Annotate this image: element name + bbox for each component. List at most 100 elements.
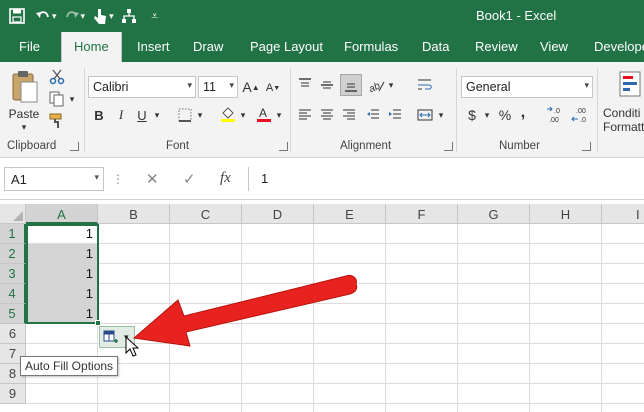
save-icon[interactable]	[6, 5, 28, 27]
column-header-g[interactable]: G	[458, 204, 530, 224]
resize-handle-icon[interactable]: ⋮	[112, 172, 125, 186]
column-header-c[interactable]: C	[170, 204, 242, 224]
copy-icon[interactable]	[48, 90, 66, 108]
format-painter-icon[interactable]	[48, 112, 66, 130]
formula-input[interactable]: 1	[248, 167, 644, 191]
column-header-i[interactable]: I	[602, 204, 644, 224]
redo-icon[interactable]	[61, 5, 83, 27]
font-size-combo[interactable]: 11 ▾	[198, 76, 238, 98]
tab-developer[interactable]: Develope	[594, 39, 644, 54]
decrease-font-size-icon[interactable]: A ▼	[264, 80, 282, 96]
bold-icon[interactable]: B	[90, 106, 108, 124]
copy-dropdown-icon[interactable]: ▾	[67, 94, 77, 104]
font-launcher-icon[interactable]	[279, 142, 288, 151]
row-header-2[interactable]: 2	[0, 244, 26, 264]
number-format-combo[interactable]: General ▾	[461, 76, 593, 98]
paste-button[interactable]: Paste	[4, 106, 44, 122]
font-color-icon[interactable]: A	[254, 104, 274, 124]
undo-dropdown-icon[interactable]: ▾	[52, 11, 57, 22]
tab-page-layout[interactable]: Page Layout	[250, 39, 323, 54]
tab-draw[interactable]: Draw	[193, 39, 223, 54]
row-header-6[interactable]: 6	[0, 324, 26, 344]
tab-review[interactable]: Review	[475, 39, 518, 54]
tab-view[interactable]: View	[540, 39, 568, 54]
italic-icon[interactable]: I	[112, 106, 130, 124]
font-name-combo[interactable]: Calibri ▾	[88, 76, 196, 98]
increase-indent-icon[interactable]	[386, 106, 404, 124]
svg-text:.00: .00	[549, 117, 559, 124]
row-header-4[interactable]: 4	[0, 284, 26, 304]
conditional-formatting-icon[interactable]	[618, 70, 642, 98]
name-box[interactable]: A1 ▾	[4, 167, 104, 191]
clipboard-group-label: Clipboard	[7, 140, 57, 152]
fill-color-dropdown-icon[interactable]: ▾	[238, 109, 248, 121]
cancel-icon[interactable]: ✕	[146, 170, 159, 188]
touch-mode-dropdown-icon[interactable]: ▾	[109, 11, 114, 22]
currency-dropdown-icon[interactable]: ▾	[482, 109, 492, 121]
decrease-indent-icon[interactable]	[364, 106, 382, 124]
align-center-icon[interactable]	[318, 106, 336, 124]
chevron-down-icon: ▾	[94, 172, 99, 182]
number-launcher-icon[interactable]	[582, 142, 591, 151]
percent-icon[interactable]: %	[496, 106, 514, 124]
borders-dropdown-icon[interactable]: ▾	[195, 109, 205, 121]
column-header-d[interactable]: D	[242, 204, 314, 224]
tree-icon[interactable]	[118, 5, 140, 27]
paste-icon[interactable]	[8, 68, 42, 106]
insert-function-icon[interactable]: fx	[220, 170, 231, 187]
wrap-text-icon[interactable]	[416, 76, 434, 94]
touch-mode-icon[interactable]	[89, 5, 111, 27]
align-top-icon[interactable]	[296, 76, 314, 94]
row-header-5[interactable]: 5	[0, 304, 26, 324]
borders-icon[interactable]	[176, 106, 194, 124]
column-header-b[interactable]: B	[98, 204, 170, 224]
column-header-f[interactable]: F	[386, 204, 458, 224]
column-header-a[interactable]: A	[26, 204, 98, 224]
column-header-h[interactable]: H	[530, 204, 602, 224]
currency-icon[interactable]: $	[464, 106, 480, 124]
align-right-icon[interactable]	[340, 106, 358, 124]
svg-text:.0: .0	[580, 117, 586, 124]
decrease-decimal-icon[interactable]: .00.0	[570, 104, 592, 126]
svg-text:ab: ab	[367, 80, 382, 93]
row-header-9[interactable]: 9	[0, 384, 26, 404]
font-group-label: Font	[166, 140, 190, 152]
enter-icon[interactable]: ✓	[183, 170, 196, 188]
chevron-down-icon: ▾	[187, 80, 192, 90]
chevron-down-icon: ▾	[584, 80, 589, 90]
orientation-dropdown-icon[interactable]: ▾	[386, 79, 396, 91]
fill-color-icon[interactable]	[218, 104, 238, 124]
merge-dropdown-icon[interactable]: ▾	[436, 109, 446, 121]
select-all-button[interactable]	[0, 204, 26, 224]
conditional-formatting-button[interactable]: Conditi Formatti	[603, 106, 644, 134]
number-group-label: Number	[499, 140, 540, 152]
align-bottom-icon[interactable]	[340, 74, 362, 96]
customize-qat-icon[interactable]: ⩡	[144, 5, 166, 27]
paste-dropdown-icon[interactable]: ▾	[18, 122, 30, 132]
align-middle-icon[interactable]	[318, 76, 336, 94]
tab-file[interactable]: File	[19, 39, 40, 54]
alignment-launcher-icon[interactable]	[444, 142, 453, 151]
row-header-3[interactable]: 3	[0, 264, 26, 284]
tab-formulas[interactable]: Formulas	[344, 39, 398, 54]
tab-data[interactable]: Data	[422, 39, 449, 54]
tab-insert[interactable]: Insert	[137, 39, 170, 54]
underline-icon[interactable]: U	[133, 106, 151, 124]
comma-style-icon[interactable]: ,	[516, 104, 530, 122]
orientation-icon[interactable]: ab	[366, 76, 386, 94]
auto-fill-tooltip: Auto Fill Options	[20, 356, 119, 376]
font-color-dropdown-icon[interactable]: ▾	[274, 109, 284, 121]
increase-decimal-icon[interactable]: .0.00	[546, 104, 568, 126]
underline-dropdown-icon[interactable]: ▾	[152, 109, 162, 121]
merge-center-icon[interactable]	[416, 106, 434, 124]
row-header-1[interactable]: 1	[0, 224, 26, 244]
clipboard-launcher-icon[interactable]	[70, 142, 79, 151]
column-header-e[interactable]: E	[314, 204, 386, 224]
increase-font-size-icon[interactable]: A ▲	[242, 78, 260, 96]
chevron-down-icon: ▾	[229, 80, 234, 90]
tab-home[interactable]: Home	[61, 32, 122, 62]
quick-access-toolbar: ▾ ▾ ▾ ⩡	[6, 4, 166, 28]
align-left-icon[interactable]	[296, 106, 314, 124]
cut-icon[interactable]	[48, 68, 66, 86]
undo-icon[interactable]	[32, 5, 54, 27]
